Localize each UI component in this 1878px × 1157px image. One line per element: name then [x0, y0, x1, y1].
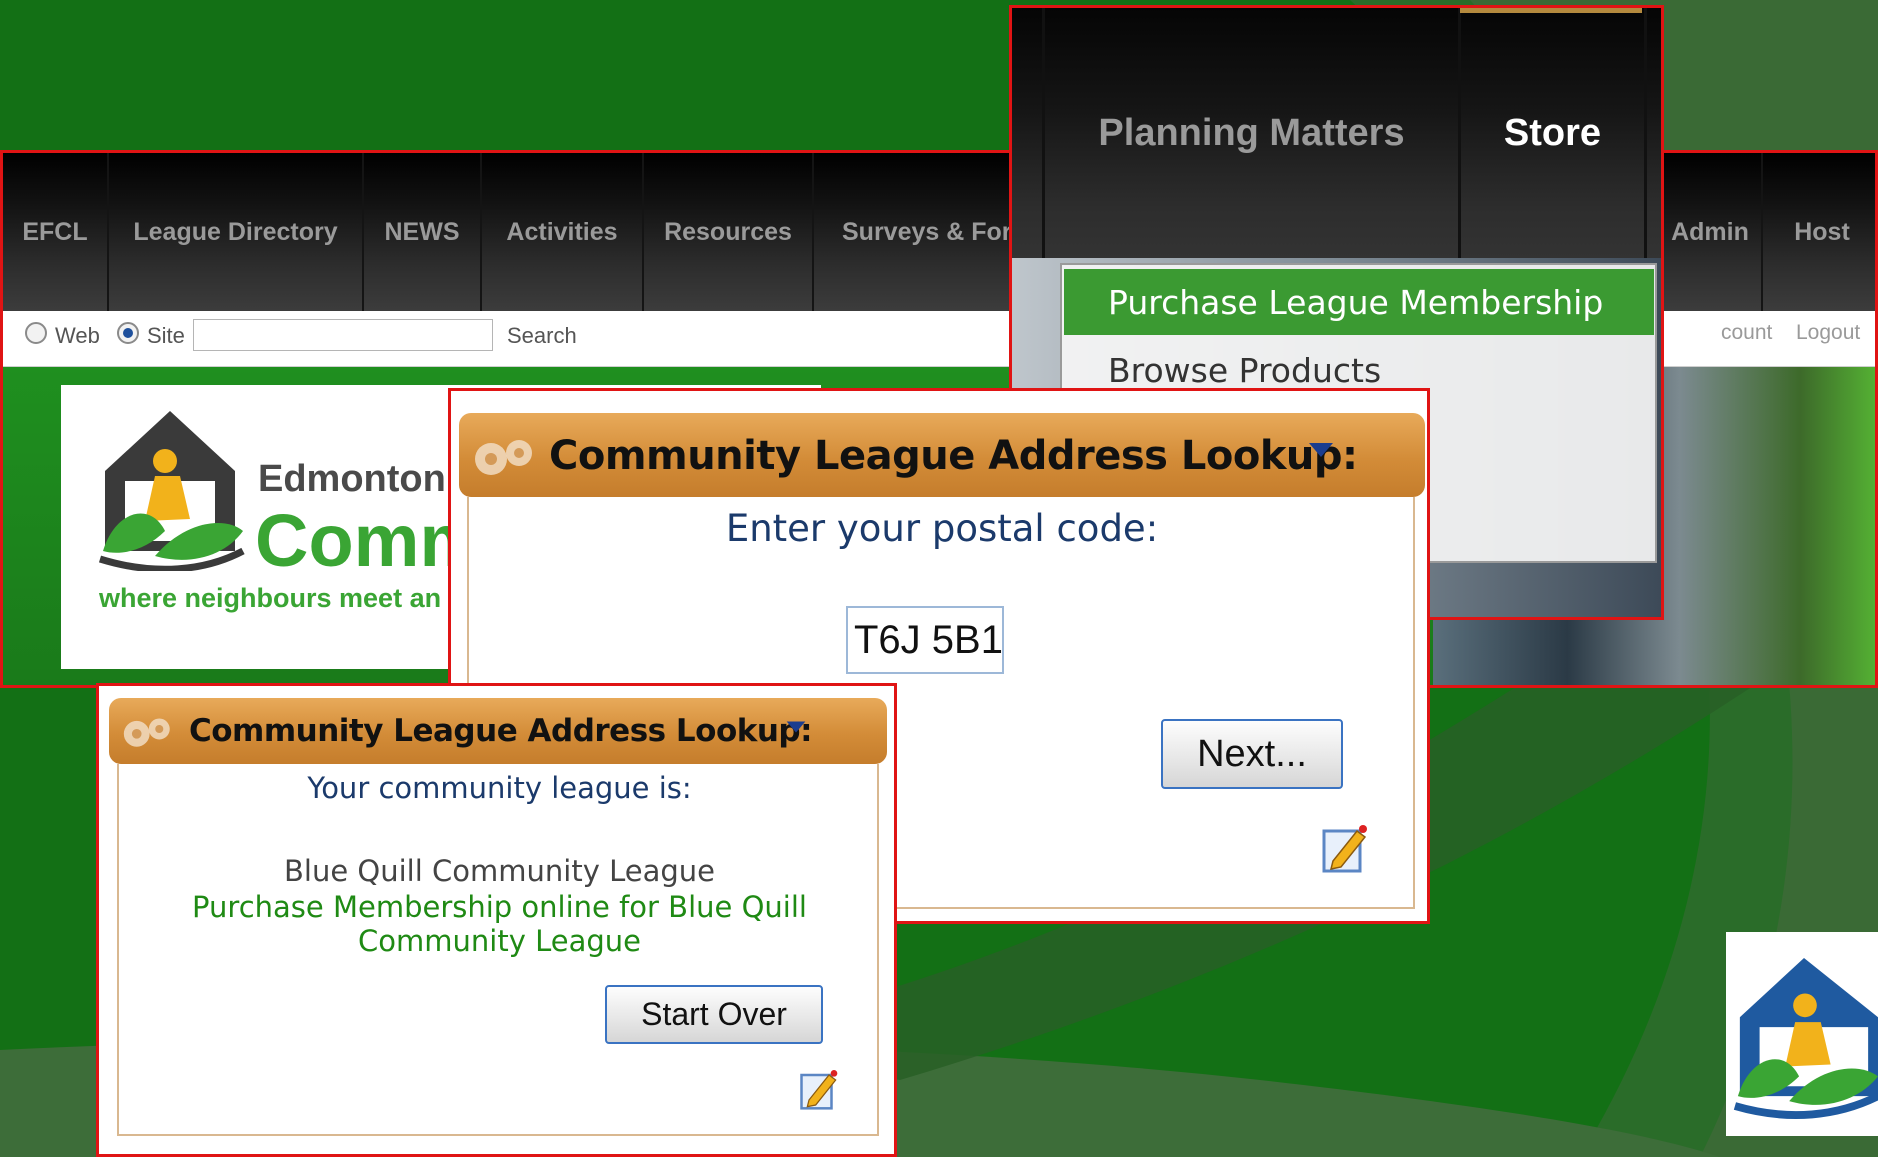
dropdown-caret-icon[interactable] — [785, 720, 807, 734]
nav-efcl[interactable]: EFCL — [3, 153, 109, 311]
next-button[interactable]: Next... — [1161, 719, 1343, 789]
search-button[interactable]: Search — [507, 323, 577, 349]
widget-title: Community League Address Lookup: — [549, 433, 1358, 479]
edit-pencil-icon[interactable] — [1321, 823, 1369, 875]
menu-planning-matters[interactable]: Planning Matters — [1045, 8, 1458, 258]
league-house-logo — [1733, 958, 1878, 1119]
postal-code-input[interactable]: T6J 5B1 — [846, 606, 1004, 674]
nav-news[interactable]: NEWS — [364, 153, 482, 311]
start-over-button[interactable]: Start Over — [605, 985, 823, 1044]
lookup-widget-step2: Community League Address Lookup: Your co… — [96, 683, 897, 1157]
gears-icon — [123, 718, 170, 747]
gears-icon — [475, 440, 532, 475]
edit-pencil-icon[interactable] — [799, 1068, 839, 1112]
menu-item-purchase-membership[interactable]: Purchase League Membership — [1064, 269, 1654, 335]
site-radio[interactable] — [117, 322, 139, 344]
league-house-logo — [98, 411, 245, 571]
nav-admin[interactable]: Admin — [1659, 153, 1763, 311]
logout-link[interactable]: Logout — [1796, 321, 1860, 345]
dropdown-caret-icon[interactable] — [1307, 441, 1335, 459]
postal-code-value: T6J 5B1 — [854, 617, 1003, 662]
search-input[interactable] — [193, 319, 493, 351]
nav-activities[interactable]: Activities — [482, 153, 644, 311]
corner-logo-card — [1726, 932, 1878, 1136]
postal-code-prompt: Enter your postal code: — [725, 507, 1159, 550]
web-radio-label: Web — [55, 323, 100, 348]
menu-store[interactable]: Store — [1461, 8, 1644, 258]
menu-separator — [1644, 8, 1647, 258]
nav-league-directory[interactable]: League Directory — [109, 153, 364, 311]
logo-tagline: where neighbours meet an — [99, 583, 442, 613]
league-name: Blue Quill Community League — [284, 854, 715, 888]
purchase-membership-link-cont[interactable]: Community League — [99, 924, 894, 958]
purchase-membership-link[interactable]: Purchase Membership online for Blue Quil… — [99, 890, 894, 924]
nav-resources[interactable]: Resources — [644, 153, 814, 311]
web-radio[interactable] — [25, 322, 47, 344]
nav-surveys-forms[interactable]: Surveys & For — [814, 153, 1034, 311]
result-label: Your community league is: — [307, 771, 692, 805]
widget-title: Community League Address Lookup: — [189, 713, 813, 749]
nav-host[interactable]: Host — [1763, 153, 1875, 311]
site-radio-label: Site — [147, 323, 185, 348]
my-account-link[interactable]: count — [1721, 321, 1772, 345]
